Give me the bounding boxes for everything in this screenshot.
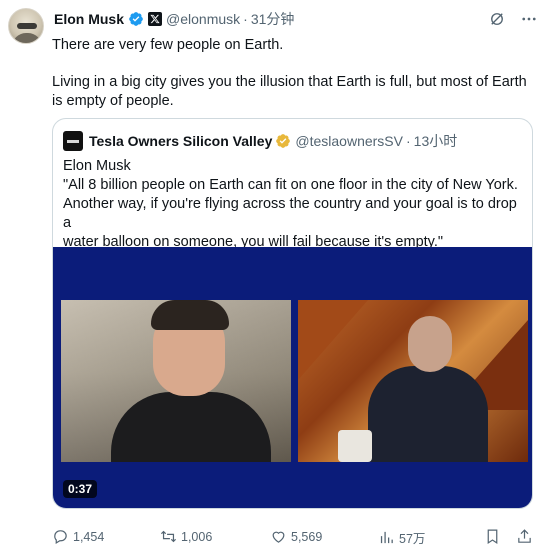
quoted-author-name[interactable]: Tesla Owners Silicon Valley (89, 133, 272, 149)
quoted-timestamp[interactable]: 13小时 (414, 131, 458, 151)
action-bar: 1,454 1,006 5,569 57万 (52, 528, 534, 546)
quoted-text: Elon Musk "All 8 billion people on Earth… (63, 157, 525, 252)
reply-button[interactable]: 1,454 (52, 528, 104, 545)
grok-icon[interactable] (488, 10, 506, 28)
bookmark-button[interactable] (484, 528, 505, 545)
tweet-card: Elon Musk @elonmusk · 31分钟 There are ver… (0, 0, 550, 550)
share-button[interactable] (516, 528, 537, 545)
quoted-line-1: "All 8 billion people on Earth can fit o… (63, 177, 518, 193)
separator-dot: · (243, 11, 248, 27)
like-count: 5,569 (291, 529, 323, 544)
quoted-line-2: Another way, if you're flying across the… (63, 196, 517, 231)
reply-icon (54, 530, 67, 544)
tweet-line-1: There are very few people on Earth. (52, 37, 284, 53)
timestamp[interactable]: 31分钟 (251, 9, 295, 29)
bookmark-icon (487, 529, 498, 545)
share-icon (518, 529, 531, 543)
repost-icon (160, 530, 177, 543)
video-left-panel (61, 300, 291, 462)
video-right-panel (298, 300, 528, 462)
gold-verified-badge-icon (275, 133, 291, 149)
repost-count: 1,006 (181, 529, 213, 544)
tweet-text: There are very few people on Earth. Livi… (52, 36, 532, 111)
more-icon[interactable] (520, 10, 538, 28)
views-icon (380, 531, 393, 544)
avatar[interactable] (8, 8, 44, 44)
repost-button[interactable]: 1,006 (160, 528, 212, 545)
views-button[interactable]: 57万 (378, 528, 425, 547)
author-name[interactable]: Elon Musk (54, 11, 124, 27)
quoted-avatar (63, 131, 83, 151)
tweet-header: Elon Musk @elonmusk · 31分钟 (54, 9, 294, 29)
quoted-header: Tesla Owners Silicon Valley @teslaowners… (63, 131, 457, 151)
video-player[interactable]: 0:37 (53, 247, 532, 508)
views-count: 57万 (399, 532, 426, 546)
x-affiliate-icon (148, 12, 163, 26)
quoted-tweet[interactable]: Tesla Owners Silicon Valley @teslaowners… (52, 118, 533, 509)
quoted-speaker: Elon Musk (63, 158, 131, 174)
heart-icon (272, 531, 285, 543)
tweet-line-2: Living in a big city gives you the illus… (52, 74, 527, 109)
quoted-separator-dot: · (405, 133, 411, 149)
author-handle[interactable]: @elonmusk (166, 11, 240, 27)
quoted-handle[interactable]: @teslaownersSV (295, 133, 403, 149)
verified-badge-icon (128, 11, 144, 27)
header-actions (488, 10, 538, 28)
reply-count: 1,454 (73, 529, 105, 544)
video-duration: 0:37 (63, 480, 98, 498)
like-button[interactable]: 5,569 (270, 528, 322, 545)
